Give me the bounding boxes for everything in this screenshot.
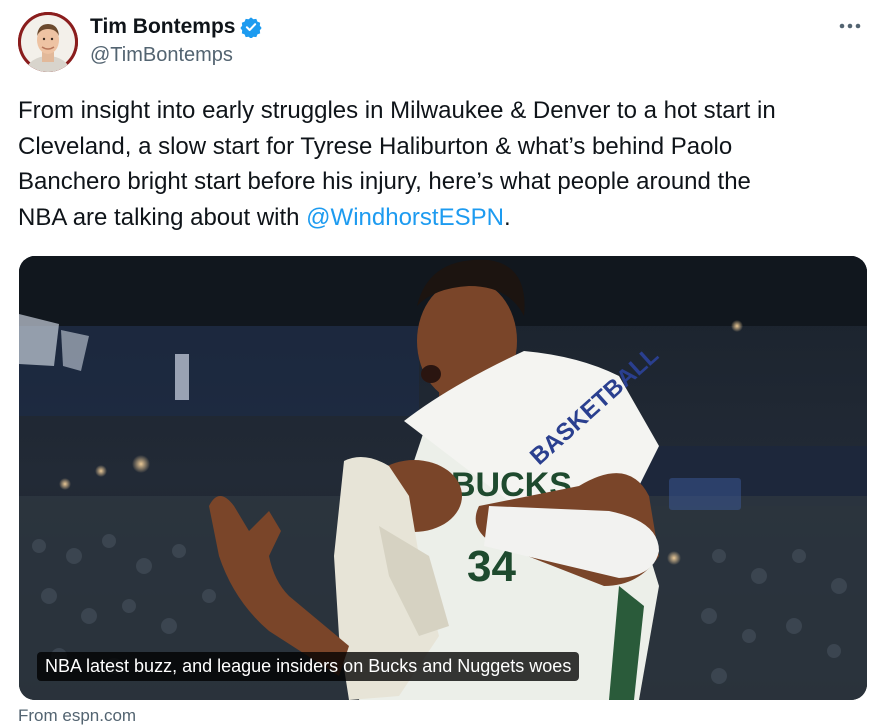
tweet-text-end: .	[503, 203, 511, 231]
author-names: Tim Bontemps @TimBontemps	[90, 14, 263, 67]
author-avatar[interactable]	[18, 12, 78, 72]
mention-link[interactable]: @WindhorstESPN	[306, 204, 504, 231]
author-display-name[interactable]: Tim Bontemps	[90, 15, 235, 39]
more-options-button[interactable]	[834, 14, 866, 38]
more-horizontal-icon	[839, 23, 861, 29]
tweet-header: Tim Bontemps @TimBontemps	[18, 12, 870, 72]
avatar-photo-icon	[18, 12, 78, 72]
card-headline: NBA latest buzz, and league insiders on …	[37, 652, 580, 681]
link-card[interactable]: BASKETBALL BUCKS 34 NBA latest buzz, and…	[19, 256, 867, 700]
author-handle[interactable]: @TimBontemps	[90, 44, 262, 67]
article-photo-icon: BASKETBALL BUCKS 34	[19, 256, 867, 700]
card-source[interactable]: From espn.com	[18, 706, 136, 726]
tweet-body: From insight into early struggles in Mil…	[18, 93, 868, 235]
verified-badge-icon	[240, 16, 263, 39]
